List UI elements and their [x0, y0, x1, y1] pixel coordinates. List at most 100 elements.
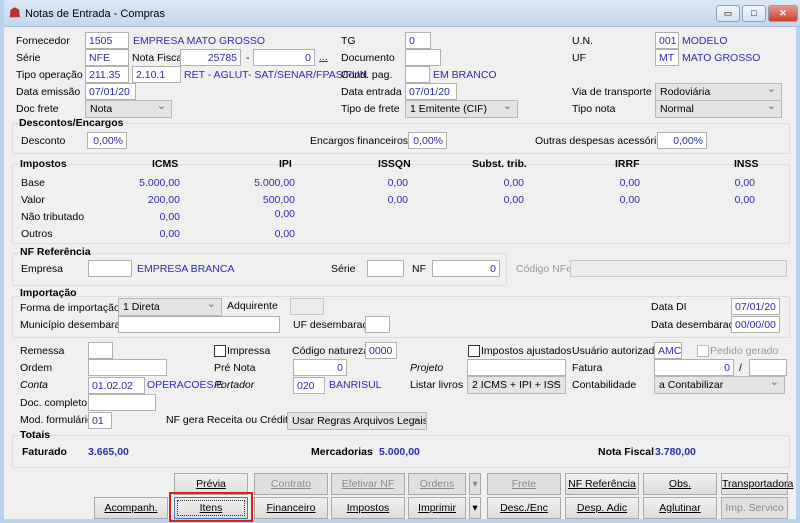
ordens-button[interactable]: Ordens: [408, 473, 466, 495]
row-base-label: Base: [21, 177, 45, 189]
outras-despesas-input[interactable]: 0,00%: [657, 132, 707, 149]
nota-fiscal-suffix-input[interactable]: 0: [253, 49, 315, 66]
close-button[interactable]: ✕: [768, 5, 798, 22]
portador-name: BANRISUL: [329, 379, 382, 391]
remessa-input[interactable]: [88, 342, 113, 359]
financeiro-button[interactable]: Financeiro: [254, 497, 328, 519]
imprimir-button[interactable]: Imprimir: [408, 497, 466, 519]
data-emissao-input[interactable]: 07/01/20: [85, 83, 136, 100]
codigo-natureza-input[interactable]: 0000: [365, 342, 397, 359]
base-ipi: 5.000,00: [254, 177, 295, 189]
projeto-input[interactable]: [467, 359, 566, 376]
nfref-nf-label: NF: [412, 263, 426, 275]
maximize-button[interactable]: □: [742, 5, 766, 22]
doc-completo-input[interactable]: [88, 394, 156, 411]
desp-adic-button[interactable]: Desp. Adic: [565, 497, 639, 519]
transportadora-button[interactable]: Transportadora: [721, 473, 793, 495]
serie-input[interactable]: NFE: [85, 49, 129, 66]
desconto-input[interactable]: 0,00%: [87, 132, 127, 149]
outras-despesas-label: Outras despesas acessórias: [535, 135, 668, 147]
nfref-nf-input[interactable]: 0: [432, 260, 500, 277]
outros-ipi: 0,00: [274, 228, 295, 240]
acompanh-button[interactable]: Acompanh.: [94, 497, 168, 519]
nf-referencia-title: NF Referência: [20, 246, 91, 258]
contrato-button[interactable]: Contrato: [254, 473, 328, 495]
cfop-input[interactable]: 2.10.1: [132, 66, 181, 83]
frete-button[interactable]: Frete: [487, 473, 561, 495]
valor-icms: 200,00: [147, 194, 180, 206]
impostos-title: Impostos: [20, 157, 71, 171]
forma-importacao-select[interactable]: 1 Direta: [118, 298, 222, 316]
mod-formulario-input[interactable]: 01: [88, 412, 112, 429]
uf-input[interactable]: MT: [655, 49, 679, 66]
ordem-label: Ordem: [20, 362, 53, 374]
tipo-nota-select[interactable]: Normal: [655, 100, 782, 118]
row-nao-tributado-label: Não tributado: [21, 211, 85, 223]
cond-pag-input[interactable]: [405, 66, 430, 83]
itens-button[interactable]: Itens: [174, 497, 248, 519]
desc-enc-button[interactable]: Desc./Enc: [487, 497, 561, 519]
minimize-button[interactable]: ▭: [716, 5, 740, 22]
nf-gera-select[interactable]: Usar Regras Arquivos Legais: [287, 412, 427, 430]
pedido-gerado-checkbox: [697, 345, 709, 357]
fatura-input[interactable]: 0: [654, 359, 734, 376]
nf-referencia-button[interactable]: NF Referência: [565, 473, 639, 495]
app-icon: ☗: [9, 5, 21, 20]
tipo-operacao-label: Tipo operação: [16, 69, 83, 81]
contabilidade-select[interactable]: a Contabilizar: [654, 376, 785, 394]
tipo-frete-label: Tipo de frete: [341, 103, 400, 115]
tg-input[interactable]: 0: [405, 32, 431, 49]
impostos-ajustados-checkbox[interactable]: [468, 345, 480, 357]
nfref-serie-input[interactable]: [367, 260, 404, 277]
imp-servico-button[interactable]: Imp. Servico: [721, 497, 788, 519]
documento-input[interactable]: [405, 49, 441, 66]
listar-livros-select[interactable]: 2 ICMS + IPI + ISS: [467, 376, 566, 394]
aglutinar-button[interactable]: Aglutinar: [643, 497, 717, 519]
nfref-empresa-input[interactable]: [88, 260, 132, 277]
fornecedor-input[interactable]: 1505: [85, 32, 129, 49]
data-di-input[interactable]: 07/01/20: [731, 298, 780, 315]
projeto-label: Projeto: [410, 362, 444, 374]
data-desembaraco-input[interactable]: 00/00/00: [731, 316, 780, 333]
tipo-frete-select[interactable]: 1 Emitente (CIF): [405, 100, 518, 118]
fatura-parcela-input[interactable]: [749, 359, 787, 376]
nfref-empresa-name: EMPRESA BRANCA: [137, 263, 235, 275]
totais-title: Totais: [20, 429, 51, 441]
usuario-autorizado-input[interactable]: AMC: [654, 342, 682, 359]
municipio-input[interactable]: [118, 316, 280, 333]
encargos-input[interactable]: 0,00%: [408, 132, 447, 149]
mercadorias-value: 5.000,00: [379, 446, 420, 458]
valor-subst: 0,00: [503, 194, 524, 206]
un-input[interactable]: 001: [655, 32, 679, 49]
obs-button[interactable]: Obs.: [643, 473, 717, 495]
faturado-value: 3.665,00: [88, 446, 129, 458]
impostos-button[interactable]: Impostos: [331, 497, 405, 519]
tipo-operacao-input[interactable]: 211.35: [85, 66, 129, 83]
data-entrada-input[interactable]: 07/01/20: [405, 83, 457, 100]
portador-input[interactable]: 020: [293, 377, 325, 394]
uf-desembaraco-input[interactable]: [365, 316, 390, 333]
cond-pag-desc: EM BRANCO: [433, 69, 497, 81]
ordem-input[interactable]: [88, 359, 167, 376]
conta-input[interactable]: 01.02.02: [88, 377, 145, 394]
fatura-separator: /: [739, 362, 742, 374]
codigo-nfe-input: [570, 260, 787, 277]
nota-fiscal-total-value: 3.780,00: [655, 446, 696, 458]
listar-livros-label: Listar livros: [410, 379, 464, 391]
nota-fiscal-input[interactable]: 25785: [180, 49, 241, 66]
mod-formulario-label: Mod. formulário: [20, 414, 93, 426]
nf-gera-label: NF gera Receita ou Crédito: [166, 414, 294, 426]
ordens-dropdown-icon[interactable]: ▾: [469, 473, 481, 495]
col-inss: INSS: [734, 158, 759, 170]
nota-fiscal-lookup-button[interactable]: ...: [319, 50, 328, 64]
nota-fiscal-separator: -: [246, 52, 250, 64]
impressa-checkbox[interactable]: [214, 345, 226, 357]
via-transporte-select[interactable]: Rodoviária: [655, 83, 782, 101]
efetivar-nf-button[interactable]: Efetivar NF: [331, 473, 405, 495]
col-issqn: ISSQN: [378, 158, 411, 170]
imprimir-dropdown-icon[interactable]: ▾: [469, 497, 481, 519]
cond-pag-label: Cond. pag.: [341, 69, 393, 81]
pre-nota-input[interactable]: 0: [293, 359, 347, 376]
fatura-label: Fatura: [572, 362, 603, 374]
base-inss: 0,00: [734, 177, 755, 189]
